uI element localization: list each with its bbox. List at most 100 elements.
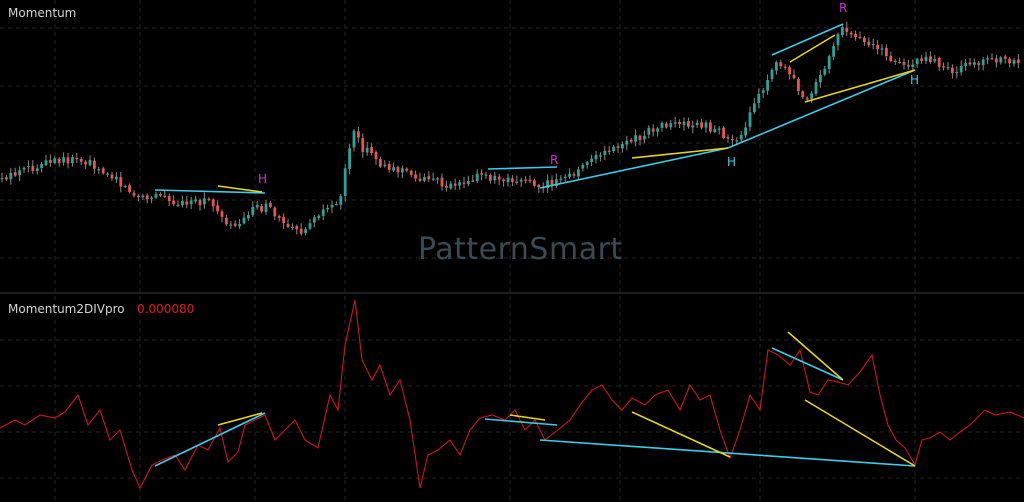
candle-up — [9, 172, 13, 180]
candle-down — [207, 198, 211, 200]
candle-up — [123, 185, 127, 188]
candle-up — [568, 173, 571, 177]
candle-up — [255, 205, 259, 208]
candle-up — [682, 121, 686, 125]
candle-down — [295, 226, 299, 230]
candle-down — [502, 179, 505, 182]
candle-down — [480, 173, 483, 175]
candle-up — [71, 157, 74, 164]
trendline-cyan — [539, 439, 916, 467]
candle-down — [128, 185, 131, 193]
candle-up — [44, 160, 48, 166]
candle-down — [990, 58, 994, 60]
candle-up — [343, 168, 347, 196]
candle-up — [383, 164, 387, 167]
candle-down — [172, 200, 175, 205]
candle-up — [392, 167, 395, 171]
candle-up — [819, 74, 822, 83]
candle-up — [506, 177, 510, 183]
candle-down — [374, 151, 378, 160]
candle-up — [691, 125, 695, 128]
candle-down — [937, 57, 941, 67]
candle-up — [753, 103, 756, 113]
candle-down — [260, 206, 263, 212]
candle-up — [810, 93, 813, 99]
candle-down — [119, 177, 123, 187]
price-pane-title: Momentum — [8, 6, 77, 20]
candle-down — [49, 160, 52, 163]
candle-up — [955, 71, 959, 74]
candle-up — [242, 217, 246, 224]
candle-down — [405, 168, 409, 171]
candle-down — [75, 157, 79, 160]
candle-up — [238, 223, 241, 227]
candle-down — [920, 58, 923, 61]
candle-up — [563, 176, 567, 178]
candle-up — [62, 157, 65, 163]
candle-up — [634, 135, 637, 142]
candle-up — [106, 173, 109, 175]
candle-down — [357, 131, 360, 138]
candle-down — [902, 62, 906, 65]
candle-down — [805, 97, 809, 100]
candle-down — [709, 122, 712, 132]
candle-down — [414, 174, 417, 179]
candle-down — [396, 167, 400, 173]
candle-up — [53, 158, 57, 164]
candle-down — [167, 196, 171, 201]
candle-down — [726, 137, 730, 139]
candle-down — [907, 65, 910, 67]
candle-up — [814, 81, 818, 94]
candle-down — [629, 139, 633, 142]
candle-up — [321, 209, 325, 216]
candle-down — [145, 195, 149, 200]
trendline-cyan — [487, 166, 558, 170]
candle-up — [704, 122, 708, 128]
candle-down — [79, 158, 83, 162]
candle-up — [203, 198, 206, 205]
candle-up — [625, 140, 629, 145]
candle-down — [995, 58, 998, 63]
candle-up — [621, 143, 624, 149]
candle-down — [31, 165, 35, 171]
candle-up — [766, 79, 769, 91]
candle-up — [22, 167, 26, 170]
candle-down — [84, 161, 87, 165]
candle-up — [154, 194, 158, 198]
trendline-yellow — [509, 414, 546, 421]
candle-down — [876, 44, 879, 50]
pattern-marker-h: H — [727, 155, 737, 169]
candle-up — [251, 206, 255, 215]
candle-up — [291, 226, 294, 228]
indicator-series-line — [0, 299, 1024, 490]
candle-down — [13, 172, 17, 176]
candle-down — [299, 228, 303, 234]
candle-down — [110, 174, 114, 179]
candle-down — [1017, 59, 1020, 64]
candle-up — [739, 135, 743, 140]
candle-up — [150, 197, 153, 199]
candle-up — [669, 123, 673, 128]
candle-down — [418, 178, 422, 181]
candle-up — [141, 195, 145, 198]
candle-up — [590, 158, 593, 162]
candle-down — [849, 32, 853, 35]
candle-down — [233, 223, 237, 226]
candle-down — [1008, 58, 1011, 64]
candle-down — [515, 181, 519, 183]
candle-up — [559, 178, 563, 180]
candle-up — [898, 61, 901, 63]
candle-down — [282, 217, 285, 223]
candle-down — [453, 183, 457, 186]
candle-up — [194, 199, 197, 202]
candle-down — [651, 128, 655, 132]
candle-down — [163, 195, 167, 197]
candle-up — [647, 127, 651, 135]
candle-down — [616, 146, 620, 148]
candle-down — [409, 170, 413, 175]
candle-down — [797, 78, 800, 92]
candle-up — [673, 122, 677, 124]
candle-down — [277, 216, 281, 218]
candle-up — [335, 203, 338, 206]
candle-down — [533, 180, 536, 186]
